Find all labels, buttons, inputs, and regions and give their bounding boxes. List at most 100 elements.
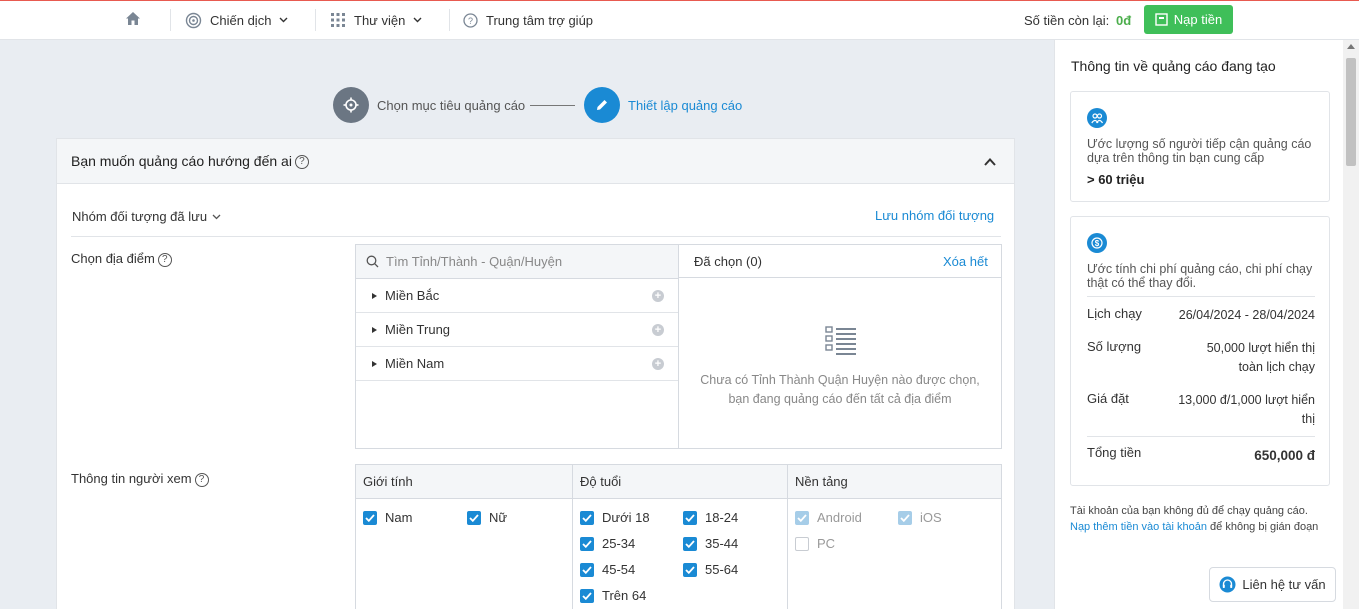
- scrollbar-thumb[interactable]: [1346, 58, 1356, 166]
- add-circle-icon[interactable]: +: [652, 357, 664, 370]
- reach-card: Ước lượng số người tiếp cận quảng cáo dự…: [1070, 91, 1330, 202]
- checkbox-gender-female[interactable]: Nữ: [467, 510, 507, 525]
- age-label: 55-64: [705, 562, 739, 577]
- empty-text-line2: bạn đang quảng cáo đến tất cả địa điểm: [728, 392, 952, 406]
- platform-label: Android: [817, 510, 862, 525]
- reach-description: Ước lượng số người tiếp cận quảng cáo dự…: [1087, 137, 1312, 165]
- location-search-input[interactable]: [386, 254, 656, 269]
- step-setup-ad[interactable]: Thiết lập quảng cáo: [584, 87, 742, 123]
- check-icon: [898, 510, 912, 525]
- checkbox-age[interactable]: 45-54: [580, 562, 635, 577]
- chevron-down-icon: [413, 17, 422, 23]
- top-navigation-bar: Chiến dịch Thư viện ? Trung tâm trợ giúp…: [0, 0, 1359, 40]
- empty-text-line1: Chưa có Tỉnh Thành Quận Huyện nào được c…: [700, 373, 980, 387]
- total-value: 650,000 đ: [1254, 448, 1315, 463]
- dollar-icon: $: [1087, 233, 1107, 253]
- checkbox-platform-android[interactable]: Android: [795, 510, 862, 525]
- platform-column: Nền tảng Android iOS PC: [787, 465, 1001, 609]
- region-name: Miền Nam: [385, 356, 445, 371]
- caret-right-icon: [372, 360, 377, 367]
- region-item-mien-nam[interactable]: Miền Nam +: [356, 347, 678, 381]
- note-line2: Nạp thêm tiền vào tài khoản để không bị …: [1070, 519, 1332, 535]
- help-icon[interactable]: ?: [194, 472, 209, 487]
- audience-title: Bạn muốn quảng cáo hướng đến ai: [71, 153, 292, 169]
- region-item-mien-bac[interactable]: Miền Bắc +: [356, 279, 678, 313]
- platform-label: PC: [817, 536, 836, 551]
- topup-account-link[interactable]: Nạp thêm tiền vào tài khoản: [1070, 521, 1207, 533]
- checkbox-age[interactable]: 18-24: [683, 510, 738, 525]
- question-circle-icon: ?: [463, 12, 478, 28]
- audience-panel: Bạn muốn quảng cáo hướng đến ai? Nhóm đố…: [56, 138, 1015, 609]
- quantity-row: Số lượng 50,000 lượt hiển thị toàn lịch …: [1087, 339, 1315, 379]
- bid-key: Giá đặt: [1087, 391, 1129, 406]
- age-label: Trên 64: [602, 588, 647, 603]
- scrollbar[interactable]: [1343, 40, 1359, 609]
- chevron-up-icon[interactable]: [983, 155, 997, 169]
- quantity-value-line2: toàn lịch chạy: [1238, 360, 1315, 374]
- divider: [1087, 436, 1315, 437]
- crosshair-icon: [333, 87, 369, 123]
- saved-groups-dropdown[interactable]: Nhóm đối tượng đã lưu: [72, 209, 221, 224]
- age-header: Độ tuổi: [573, 465, 787, 499]
- checkbox-platform-pc[interactable]: PC: [795, 536, 835, 551]
- add-circle-icon[interactable]: +: [652, 323, 664, 336]
- help-icon[interactable]: ?: [157, 252, 172, 267]
- gender-female-label: Nữ: [489, 510, 508, 525]
- schedule-row: Lịch chạy 26/04/2024 - 28/04/2024: [1087, 306, 1315, 326]
- gender-male-label: Nam: [385, 510, 413, 525]
- balance-label: Số tiền còn lại:: [1024, 12, 1110, 28]
- age-label: 35-44: [705, 536, 739, 551]
- balance-value: 0đ: [1116, 12, 1132, 28]
- checkbox-age[interactable]: 25-34: [580, 536, 635, 551]
- chevron-down-icon: [212, 214, 221, 219]
- save-group-link[interactable]: Lưu nhóm đối tượng: [875, 208, 994, 223]
- topup-button[interactable]: Nạp tiền: [1144, 5, 1233, 34]
- viewer-label-wrap: Thông tin người xem?: [71, 471, 209, 487]
- library-menu-label: Thư viện: [354, 12, 406, 28]
- home-icon[interactable]: [124, 10, 142, 28]
- library-menu[interactable]: Thư viện: [330, 1, 422, 39]
- check-icon: [363, 510, 377, 525]
- chevron-down-icon: [279, 17, 288, 23]
- region-item-mien-trung[interactable]: Miền Trung +: [356, 313, 678, 347]
- check-icon: [683, 562, 697, 577]
- check-icon: [580, 536, 594, 551]
- contact-label: Liên hệ tư vấn: [1242, 577, 1326, 592]
- check-icon: [467, 510, 481, 525]
- add-circle-icon[interactable]: +: [652, 289, 664, 302]
- target-icon: [185, 12, 202, 28]
- checkbox-age[interactable]: Trên 64: [580, 588, 646, 603]
- checkbox-age[interactable]: 55-64: [683, 562, 738, 577]
- topup-label: Nạp tiền: [1173, 12, 1223, 27]
- clear-all-link[interactable]: Xóa hết: [943, 254, 988, 269]
- viewer-label: Thông tin người xem: [71, 471, 192, 486]
- location-label: Chọn địa điểm: [71, 251, 155, 266]
- divider: [1087, 296, 1315, 297]
- checkbox-age[interactable]: Dưới 18: [580, 510, 650, 525]
- checkbox-age[interactable]: 35-44: [683, 536, 738, 551]
- step-choose-objective[interactable]: Chọn mục tiêu quảng cáo: [333, 87, 525, 123]
- gender-header: Giới tính: [356, 465, 572, 499]
- help-center-link[interactable]: ? Trung tâm trợ giúp: [463, 1, 593, 39]
- audience-panel-header[interactable]: Bạn muốn quảng cáo hướng đến ai?: [57, 139, 1014, 184]
- checkbox-gender-male[interactable]: Nam: [363, 510, 412, 525]
- region-list-pane: Miền Bắc + Miền Trung + Miền Nam +: [356, 245, 679, 448]
- location-picker: Miền Bắc + Miền Trung + Miền Nam + Đã ch…: [355, 244, 1002, 449]
- bid-row: Giá đặt 13,000 đ/1,000 lượt hiển thị: [1087, 391, 1315, 431]
- campaign-menu[interactable]: Chiến dịch: [185, 1, 288, 39]
- help-icon[interactable]: ?: [294, 155, 309, 170]
- checkbox-platform-ios[interactable]: iOS: [898, 510, 942, 525]
- platform-label: iOS: [920, 510, 942, 525]
- step2-label: Thiết lập quảng cáo: [628, 97, 743, 113]
- age-label: 25-34: [602, 536, 636, 551]
- contact-consult-button[interactable]: Liên hệ tư vấn: [1209, 567, 1336, 602]
- cost-description: Ước tính chi phí quảng cáo, chi phí chạy…: [1087, 262, 1313, 290]
- headset-icon: [1219, 576, 1236, 593]
- scroll-up-arrow-icon[interactable]: [1347, 44, 1355, 49]
- checkbox-empty-icon: [795, 536, 809, 551]
- nav-divider: [170, 9, 171, 31]
- bid-value: 13,000 đ/1,000 lượt hiển thị: [1178, 391, 1315, 429]
- svg-text:?: ?: [468, 16, 473, 26]
- quantity-value: 50,000 lượt hiển thị toàn lịch chạy: [1207, 339, 1315, 377]
- total-key: Tổng tiền: [1087, 445, 1142, 460]
